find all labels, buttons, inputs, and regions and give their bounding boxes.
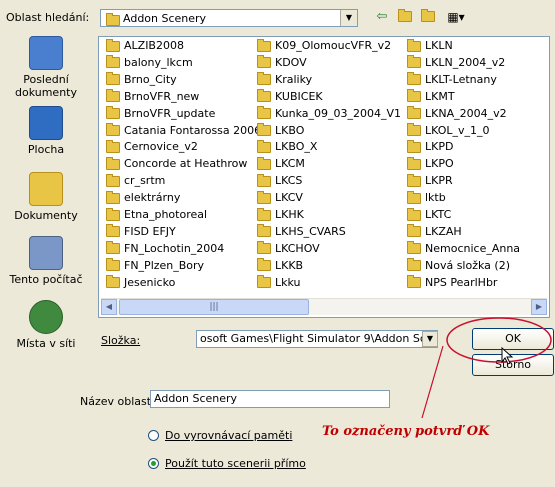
annotation-ellipse	[446, 317, 552, 363]
annotation-text: To označeny potvrď OK	[322, 424, 490, 439]
radio-cache[interactable]	[148, 430, 159, 441]
annotation-overlay	[421, 317, 552, 419]
annotation-line	[421, 345, 444, 419]
area-name-input[interactable]: Addon Scenery	[150, 390, 390, 408]
radio-use-direct-label: Použít tuto scenerii přímo	[165, 457, 306, 470]
radio-cache-label: Do vyrovnávací paměti	[165, 429, 293, 442]
area-name-label: Název oblasti	[80, 395, 155, 408]
radio-use-direct[interactable]	[148, 458, 159, 469]
